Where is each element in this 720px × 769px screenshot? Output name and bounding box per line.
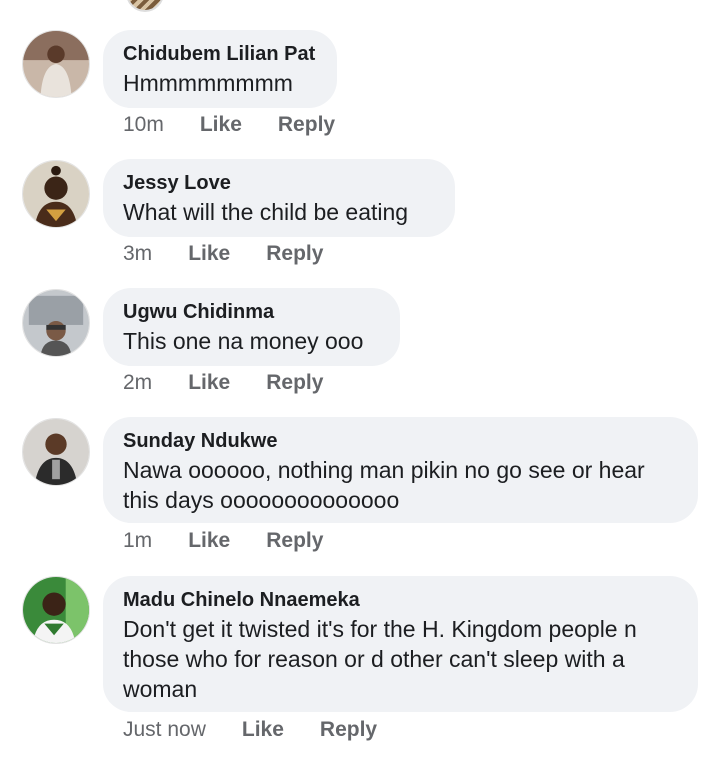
like-button[interactable]: Like xyxy=(188,242,230,266)
avatar[interactable] xyxy=(22,576,90,644)
comment-actions: 1m Like Reply xyxy=(123,529,359,553)
like-button[interactable]: Like xyxy=(188,371,230,395)
comment-text: Nawa oooooo, nothing man pikin no go see… xyxy=(123,457,645,513)
reply-button[interactable]: Reply xyxy=(266,371,323,395)
comment-bubble[interactable]: Chidubem Lilian Pat Hmmmmmmmm xyxy=(103,30,337,108)
comment-author[interactable]: Chidubem Lilian Pat xyxy=(123,42,317,66)
comment-time[interactable]: Just now xyxy=(123,718,206,742)
comment-time[interactable]: 10m xyxy=(123,113,164,137)
comment-text: Don't get it twisted it's for the H. Kin… xyxy=(123,616,637,702)
comment-text: This one na money ooo xyxy=(123,328,364,354)
avatar[interactable] xyxy=(22,418,90,486)
comment-actions: 2m Like Reply xyxy=(123,371,359,395)
comment-author[interactable]: Madu Chinelo Nnaemeka xyxy=(123,588,678,612)
comment-bubble[interactable]: Ugwu Chidinma This one na money ooo xyxy=(103,288,400,366)
comment-time[interactable]: 2m xyxy=(123,371,152,395)
reply-button[interactable]: Reply xyxy=(278,113,335,137)
comment-author[interactable]: Jessy Love xyxy=(123,171,435,195)
avatar[interactable] xyxy=(126,0,164,12)
like-button[interactable]: Like xyxy=(188,529,230,553)
reply-button[interactable]: Reply xyxy=(266,529,323,553)
comment-bubble[interactable]: Jessy Love What will the child be eating xyxy=(103,159,455,237)
comment-author[interactable]: Ugwu Chidinma xyxy=(123,300,380,324)
comment-bubble[interactable]: Madu Chinelo Nnaemeka Don't get it twist… xyxy=(103,576,698,712)
avatar[interactable] xyxy=(22,30,90,98)
like-button[interactable]: Like xyxy=(242,718,284,742)
reply-button[interactable]: Reply xyxy=(266,242,323,266)
comment-author[interactable]: Sunday Ndukwe xyxy=(123,429,678,453)
avatar[interactable] xyxy=(22,289,90,357)
comment-bubble[interactable]: Sunday Ndukwe Nawa oooooo, nothing man p… xyxy=(103,417,698,523)
comment-time[interactable]: 3m xyxy=(123,242,152,266)
comment-text: Hmmmmmmmm xyxy=(123,70,293,96)
comment-time[interactable]: 1m xyxy=(123,529,152,553)
reply-button[interactable]: Reply xyxy=(320,718,377,742)
comment-actions: Just now Like Reply xyxy=(123,718,413,742)
avatar[interactable] xyxy=(22,160,90,228)
comment-actions: 10m Like Reply xyxy=(123,113,371,137)
comment-actions: 3m Like Reply xyxy=(123,242,359,266)
comment-text: What will the child be eating xyxy=(123,199,409,225)
like-button[interactable]: Like xyxy=(200,113,242,137)
